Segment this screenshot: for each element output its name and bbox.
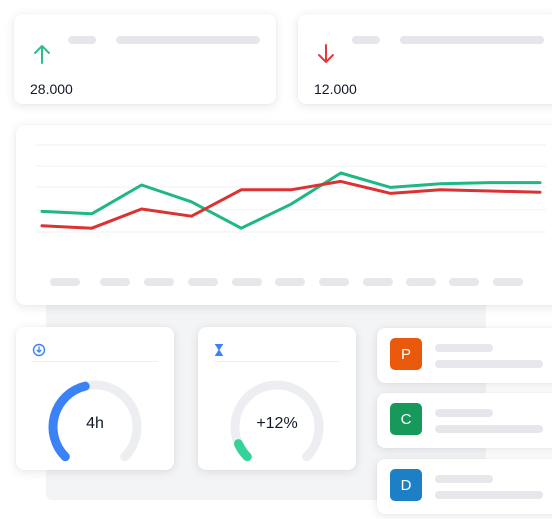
list-subtitle-placeholder [435, 491, 543, 499]
list-item[interactable]: D [377, 459, 552, 514]
stat-value: 12.000 [314, 81, 357, 97]
x-axis-label-placeholder [144, 278, 174, 286]
card-divider [214, 361, 340, 362]
x-axis-label-placeholder [188, 278, 218, 286]
x-axis-label-placeholder [406, 278, 436, 286]
list-title-placeholder [435, 344, 493, 352]
list-item[interactable]: P [377, 328, 552, 383]
x-axis-label-placeholder [100, 278, 130, 286]
stat-card-decrease[interactable]: 12.000 [298, 14, 552, 104]
avatar: C [390, 403, 422, 435]
x-axis-label-placeholder [449, 278, 479, 286]
list-subtitle-placeholder [435, 360, 543, 368]
gauge-value: +12% [256, 415, 298, 432]
stat-value: 28.000 [30, 81, 73, 97]
arrow-down-icon [318, 44, 334, 63]
list-title-placeholder [435, 475, 493, 483]
stat-label-placeholder [352, 36, 380, 44]
arrow-up-icon [34, 45, 50, 64]
line-chart-card [16, 125, 552, 305]
x-axis-label-placeholder [232, 278, 262, 286]
x-axis-label-placeholder [493, 278, 523, 286]
avatar: D [390, 469, 422, 501]
gauge-value: 4h [86, 415, 104, 432]
x-axis-label-placeholder [363, 278, 393, 286]
stat-label-placeholder [400, 36, 544, 44]
line-chart [36, 144, 546, 233]
hourglass-icon [215, 344, 223, 356]
gauge-card-time[interactable]: 4h [16, 327, 174, 470]
x-axis-label-placeholder [275, 278, 305, 286]
gauge-card-growth[interactable]: +12% [198, 327, 356, 470]
x-axis-label-placeholder [319, 278, 349, 286]
stat-label-placeholder [68, 36, 96, 44]
list-item[interactable]: C [377, 393, 552, 448]
list-subtitle-placeholder [435, 425, 543, 433]
list-title-placeholder [435, 409, 493, 417]
stat-label-placeholder [116, 36, 260, 44]
stat-card-increase[interactable]: 28.000 [14, 14, 276, 104]
x-axis-label-placeholder [50, 278, 80, 286]
card-divider [32, 361, 158, 362]
avatar: P [390, 338, 422, 370]
download-icon [32, 343, 46, 357]
